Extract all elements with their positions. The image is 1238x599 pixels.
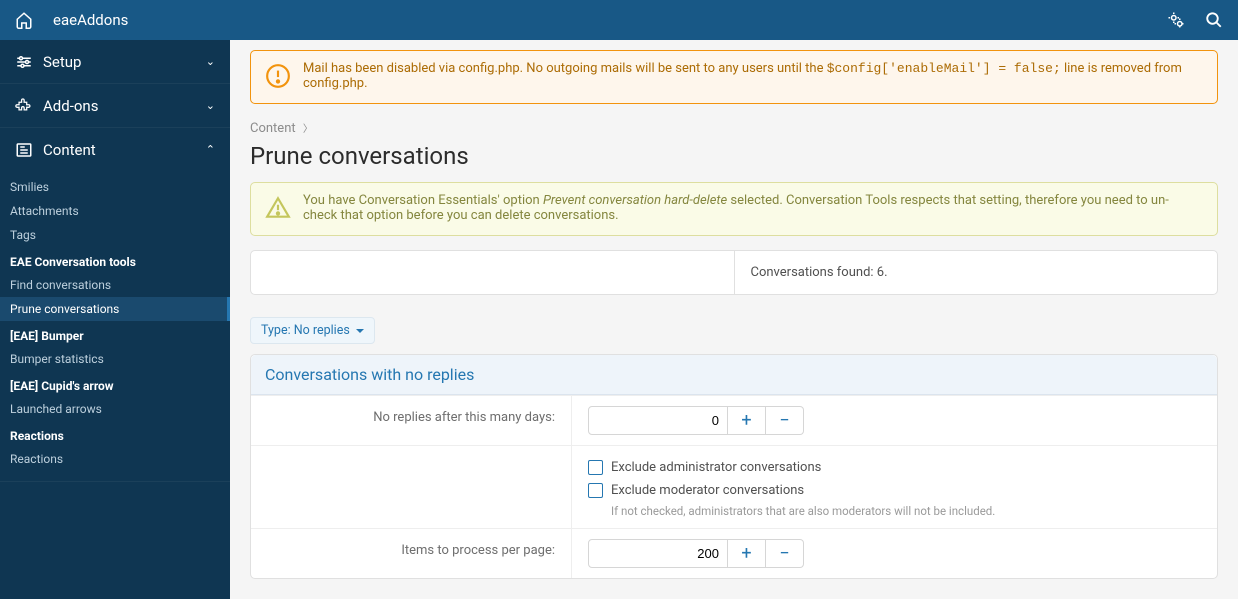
increment-button[interactable]: + — [728, 539, 766, 568]
caret-down-icon — [356, 329, 364, 333]
brand-title: eaeAddons — [53, 11, 128, 29]
chevron-down-icon: ⌄ — [206, 99, 215, 112]
search-icon[interactable] — [1205, 11, 1223, 29]
checkbox-exclude-moderator[interactable] — [588, 483, 603, 498]
decrement-button[interactable]: − — [766, 406, 804, 435]
sidebar-item-find-conversations[interactable]: Find conversations — [0, 273, 230, 297]
nav-content-label: Content — [43, 141, 206, 159]
home-icon[interactable] — [15, 11, 33, 29]
label-exclude-admin: Exclude administrator conversations — [611, 460, 821, 475]
warning-circle-icon — [265, 63, 291, 93]
sidebar-item-tags[interactable]: Tags — [0, 223, 230, 247]
newspaper-icon — [15, 140, 33, 159]
input-no-replies-days[interactable] — [588, 406, 728, 435]
breadcrumb-content[interactable]: Content — [250, 121, 296, 136]
increment-button[interactable]: + — [728, 406, 766, 435]
panel-conversations-found: Conversations found: 6. — [734, 251, 1218, 294]
sidebar-item-attachments[interactable]: Attachments — [0, 199, 230, 223]
puzzle-icon — [15, 96, 33, 115]
breadcrumb: Content 〉 — [250, 120, 1218, 136]
chevron-up-icon: ⌃ — [206, 143, 215, 156]
alert-mail-text: Mail has been disabled via config.php. N… — [303, 61, 1203, 93]
page-title: Prune conversations — [250, 142, 1218, 170]
nav-addons-label: Add-ons — [43, 97, 206, 115]
block-title: Conversations with no replies — [251, 355, 1217, 395]
checkbox-exclude-admin[interactable] — [588, 460, 603, 475]
chevron-down-icon: ⌄ — [206, 55, 215, 68]
input-items-per-page[interactable] — [588, 539, 728, 568]
chevron-right-icon: 〉 — [303, 124, 313, 135]
sidebar-group-conv-tools: EAE Conversation tools — [0, 247, 230, 273]
sidebar-item-bumper-statistics[interactable]: Bumper statistics — [0, 347, 230, 371]
sidebar-group-reactions: Reactions — [0, 421, 230, 447]
sidebar-item-reactions[interactable]: Reactions — [0, 447, 230, 471]
panel-left-empty — [251, 251, 734, 294]
alert-conv-text: You have Conversation Essentials' option… — [303, 193, 1203, 225]
alert-conv-essentials: You have Conversation Essentials' option… — [250, 182, 1218, 236]
admin-settings-icon[interactable] — [1167, 11, 1185, 29]
warning-triangle-icon — [265, 195, 291, 225]
alert-mail-disabled: Mail has been disabled via config.php. N… — [250, 50, 1218, 104]
sliders-icon — [15, 52, 33, 71]
sidebar-item-prune-conversations[interactable]: Prune conversations — [0, 297, 230, 321]
label-exclude-moderator: Exclude moderator conversations — [611, 483, 804, 498]
sidebar-group-bumper: [EAE] Bumper — [0, 321, 230, 347]
sidebar-item-smilies[interactable]: Smilies — [0, 175, 230, 199]
filter-type-label: Type: No replies — [261, 323, 350, 338]
decrement-button[interactable]: − — [766, 539, 804, 568]
hint-exclude-moderator: If not checked, administrators that are … — [611, 504, 1201, 518]
label-no-replies-days: No replies after this many days: — [251, 396, 571, 445]
sidebar-group-cupid: [EAE] Cupid's arrow — [0, 371, 230, 397]
nav-setup-label: Setup — [43, 53, 206, 71]
filter-type-button[interactable]: Type: No replies — [250, 317, 375, 344]
nav-content[interactable]: Content ⌃ — [0, 128, 230, 171]
nav-setup[interactable]: Setup ⌄ — [0, 40, 230, 83]
sidebar-item-launched-arrows[interactable]: Launched arrows — [0, 397, 230, 421]
label-items-per-page: Items to process per page: — [251, 529, 571, 578]
nav-addons[interactable]: Add-ons ⌄ — [0, 84, 230, 127]
